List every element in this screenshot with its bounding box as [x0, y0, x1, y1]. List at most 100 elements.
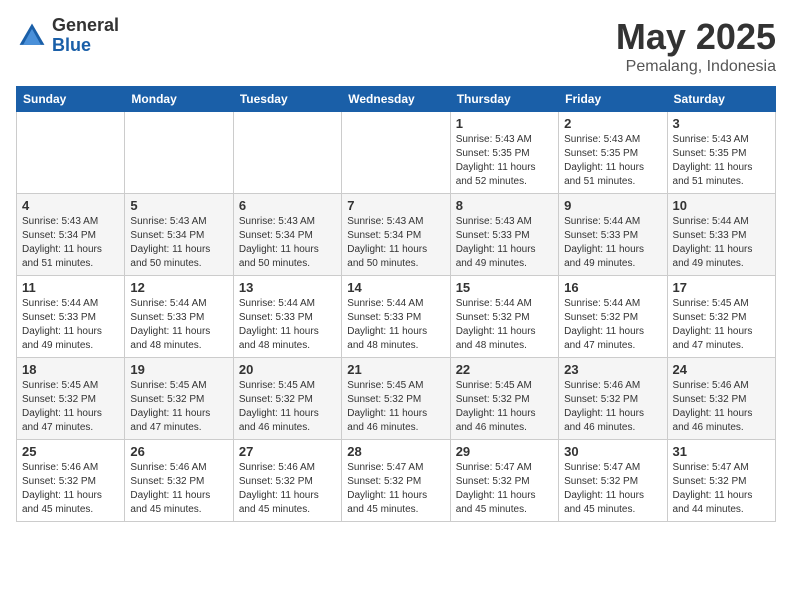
day-info: Sunrise: 5:47 AM Sunset: 5:32 PM Dayligh… [673, 461, 770, 517]
weekday-header: Thursday [450, 87, 558, 112]
day-number: 17 [673, 280, 770, 295]
calendar-cell: 31 Sunrise: 5:47 AM Sunset: 5:32 PM Dayli… [667, 440, 775, 522]
day-number: 10 [673, 198, 770, 213]
day-info: Sunrise: 5:43 AM Sunset: 5:34 PM Dayligh… [130, 215, 227, 271]
day-info: Sunrise: 5:44 AM Sunset: 5:32 PM Dayligh… [456, 297, 553, 353]
day-number: 12 [130, 280, 227, 295]
calendar-cell: 22 Sunrise: 5:45 AM Sunset: 5:32 PM Dayli… [450, 358, 558, 440]
weekday-header: Sunday [17, 87, 125, 112]
day-number: 19 [130, 362, 227, 377]
day-info: Sunrise: 5:44 AM Sunset: 5:33 PM Dayligh… [673, 215, 770, 271]
day-info: Sunrise: 5:47 AM Sunset: 5:32 PM Dayligh… [456, 461, 553, 517]
calendar-cell: 10 Sunrise: 5:44 AM Sunset: 5:33 PM Dayli… [667, 194, 775, 276]
day-info: Sunrise: 5:43 AM Sunset: 5:34 PM Dayligh… [239, 215, 336, 271]
logo-icon [16, 20, 48, 52]
weekday-header: Tuesday [233, 87, 341, 112]
title-block: May 2025 Pemalang, Indonesia [616, 16, 776, 76]
day-info: Sunrise: 5:47 AM Sunset: 5:32 PM Dayligh… [347, 461, 444, 517]
calendar-cell: 9 Sunrise: 5:44 AM Sunset: 5:33 PM Daylig… [559, 194, 667, 276]
calendar-cell: 17 Sunrise: 5:45 AM Sunset: 5:32 PM Dayli… [667, 276, 775, 358]
day-number: 20 [239, 362, 336, 377]
day-info: Sunrise: 5:46 AM Sunset: 5:32 PM Dayligh… [130, 461, 227, 517]
day-number: 16 [564, 280, 661, 295]
day-info: Sunrise: 5:44 AM Sunset: 5:32 PM Dayligh… [564, 297, 661, 353]
day-number: 28 [347, 444, 444, 459]
calendar: SundayMondayTuesdayWednesdayThursdayFrid… [16, 86, 776, 522]
month-title: May 2025 [616, 16, 776, 58]
day-number: 22 [456, 362, 553, 377]
calendar-cell: 3Sunrise: 5:43 AM Sunset: 5:35 PM Daylig… [667, 112, 775, 194]
week-row: 11 Sunrise: 5:44 AM Sunset: 5:33 PM Dayli… [17, 276, 776, 358]
day-number: 8 [456, 198, 553, 213]
day-info: Sunrise: 5:46 AM Sunset: 5:32 PM Dayligh… [239, 461, 336, 517]
day-info: Sunrise: 5:43 AM Sunset: 5:34 PM Dayligh… [22, 215, 119, 271]
day-number: 13 [239, 280, 336, 295]
day-number: 4 [22, 198, 119, 213]
weekday-header: Saturday [667, 87, 775, 112]
week-row: 25Sunrise: 5:46 AM Sunset: 5:32 PM Dayli… [17, 440, 776, 522]
calendar-cell: 1Sunrise: 5:43 AM Sunset: 5:35 PM Daylig… [450, 112, 558, 194]
calendar-cell [342, 112, 450, 194]
day-info: Sunrise: 5:46 AM Sunset: 5:32 PM Dayligh… [564, 379, 661, 435]
day-number: 18 [22, 362, 119, 377]
day-number: 21 [347, 362, 444, 377]
day-info: Sunrise: 5:46 AM Sunset: 5:32 PM Dayligh… [22, 461, 119, 517]
calendar-cell: 15 Sunrise: 5:44 AM Sunset: 5:32 PM Dayli… [450, 276, 558, 358]
day-number: 26 [130, 444, 227, 459]
calendar-cell: 11Sunrise: 5:44 AM Sunset: 5:33 PM Dayli… [17, 276, 125, 358]
calendar-cell: 24 Sunrise: 5:46 AM Sunset: 5:32 PM Dayli… [667, 358, 775, 440]
day-info: Sunrise: 5:44 AM Sunset: 5:33 PM Dayligh… [239, 297, 336, 353]
day-number: 27 [239, 444, 336, 459]
day-info: Sunrise: 5:43 AM Sunset: 5:35 PM Dayligh… [673, 133, 770, 189]
day-number: 6 [239, 198, 336, 213]
calendar-cell: 8 Sunrise: 5:43 AM Sunset: 5:33 PM Daylig… [450, 194, 558, 276]
calendar-cell: 29 Sunrise: 5:47 AM Sunset: 5:32 PM Dayli… [450, 440, 558, 522]
day-info: Sunrise: 5:45 AM Sunset: 5:32 PM Dayligh… [347, 379, 444, 435]
week-row: 18 Sunrise: 5:45 AM Sunset: 5:32 PM Dayli… [17, 358, 776, 440]
calendar-cell: 20Sunrise: 5:45 AM Sunset: 5:32 PM Dayli… [233, 358, 341, 440]
calendar-cell: 23 Sunrise: 5:46 AM Sunset: 5:32 PM Dayli… [559, 358, 667, 440]
calendar-cell: 14Sunrise: 5:44 AM Sunset: 5:33 PM Dayli… [342, 276, 450, 358]
day-info: Sunrise: 5:45 AM Sunset: 5:32 PM Dayligh… [22, 379, 119, 435]
day-number: 15 [456, 280, 553, 295]
day-info: Sunrise: 5:43 AM Sunset: 5:35 PM Dayligh… [564, 133, 661, 189]
week-row: 1Sunrise: 5:43 AM Sunset: 5:35 PM Daylig… [17, 112, 776, 194]
day-info: Sunrise: 5:43 AM Sunset: 5:34 PM Dayligh… [347, 215, 444, 271]
calendar-cell: 7 Sunrise: 5:43 AM Sunset: 5:34 PM Daylig… [342, 194, 450, 276]
calendar-cell: 30Sunrise: 5:47 AM Sunset: 5:32 PM Dayli… [559, 440, 667, 522]
day-number: 23 [564, 362, 661, 377]
day-number: 2 [564, 116, 661, 131]
day-number: 24 [673, 362, 770, 377]
calendar-cell: 16 Sunrise: 5:44 AM Sunset: 5:32 PM Dayli… [559, 276, 667, 358]
logo-general: General [52, 16, 119, 36]
weekday-header: Wednesday [342, 87, 450, 112]
day-number: 29 [456, 444, 553, 459]
weekday-header-row: SundayMondayTuesdayWednesdayThursdayFrid… [17, 87, 776, 112]
day-info: Sunrise: 5:46 AM Sunset: 5:32 PM Dayligh… [673, 379, 770, 435]
day-info: Sunrise: 5:45 AM Sunset: 5:32 PM Dayligh… [456, 379, 553, 435]
calendar-cell: 6 Sunrise: 5:43 AM Sunset: 5:34 PM Daylig… [233, 194, 341, 276]
day-info: Sunrise: 5:45 AM Sunset: 5:32 PM Dayligh… [130, 379, 227, 435]
day-number: 7 [347, 198, 444, 213]
logo-blue: Blue [52, 36, 119, 56]
day-number: 9 [564, 198, 661, 213]
week-row: 4 Sunrise: 5:43 AM Sunset: 5:34 PM Daylig… [17, 194, 776, 276]
weekday-header: Friday [559, 87, 667, 112]
logo-text: General Blue [52, 16, 119, 56]
calendar-cell: 25Sunrise: 5:46 AM Sunset: 5:32 PM Dayli… [17, 440, 125, 522]
calendar-cell: 19 Sunrise: 5:45 AM Sunset: 5:32 PM Dayli… [125, 358, 233, 440]
day-info: Sunrise: 5:43 AM Sunset: 5:35 PM Dayligh… [456, 133, 553, 189]
calendar-cell [125, 112, 233, 194]
calendar-cell: 21 Sunrise: 5:45 AM Sunset: 5:32 PM Dayli… [342, 358, 450, 440]
day-number: 31 [673, 444, 770, 459]
weekday-header: Monday [125, 87, 233, 112]
day-number: 5 [130, 198, 227, 213]
calendar-cell: 27 Sunrise: 5:46 AM Sunset: 5:32 PM Dayli… [233, 440, 341, 522]
day-number: 11 [22, 280, 119, 295]
day-info: Sunrise: 5:43 AM Sunset: 5:33 PM Dayligh… [456, 215, 553, 271]
day-info: Sunrise: 5:45 AM Sunset: 5:32 PM Dayligh… [673, 297, 770, 353]
calendar-cell: 4 Sunrise: 5:43 AM Sunset: 5:34 PM Daylig… [17, 194, 125, 276]
calendar-cell [17, 112, 125, 194]
calendar-cell: 12Sunrise: 5:44 AM Sunset: 5:33 PM Dayli… [125, 276, 233, 358]
day-info: Sunrise: 5:44 AM Sunset: 5:33 PM Dayligh… [564, 215, 661, 271]
